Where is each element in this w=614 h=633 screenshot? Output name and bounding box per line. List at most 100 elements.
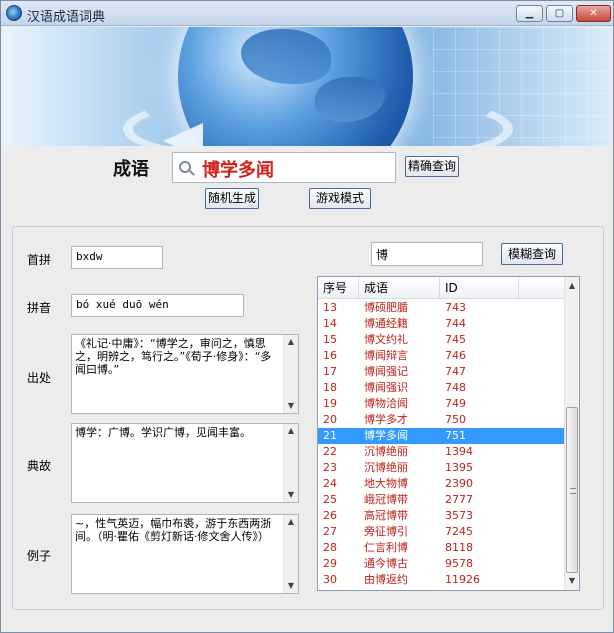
list-cell-id: 7245 [445,525,473,538]
column-header-idiom[interactable]: 成语 [359,277,440,299]
list-cell-idiom: 博通经籍 [364,317,408,330]
list-cell-no: 22 [323,445,337,458]
list-cell-id: 11926 [445,573,480,586]
list-cell-idiom: 仁言利博 [364,541,408,554]
scroll-up-icon[interactable]: ▲ [565,279,579,293]
example-scrollbar[interactable]: ▲ ▼ [283,515,298,593]
list-cell-id: 746 [445,349,466,362]
list-cell-id: 1394 [445,445,473,458]
list-row[interactable]: 28 仁言利博 8118 [318,540,565,556]
pinyin-field[interactable]: bó xué duō wén [71,294,244,317]
list-cell-no: 30 [323,573,337,586]
column-header-id[interactable]: ID [440,277,519,299]
list-cell-no: 26 [323,509,337,522]
initials-field[interactable]: bxdw [71,246,163,269]
fuzzy-search-input[interactable]: 博 [371,242,483,266]
list-cell-id: 3573 [445,509,473,522]
close-button[interactable]: ✕ [576,5,611,22]
scroll-thumb[interactable] [566,407,578,573]
list-row[interactable]: 14 博通经籍 744 [318,316,565,332]
idiom-label: 成语 [113,159,149,180]
pinyin-label: 拼音 [27,301,52,315]
allusion-text: 博学：广博。学识广博，见闻丰富。 [75,426,251,439]
list-cell-idiom: 由博返约 [364,573,408,586]
example-textarea[interactable]: ~，性气英迈，幅巾布裘，游于东西两浙间。（明·瞿佑《剪灯新话·修文舍人传》） ▲… [71,514,299,594]
list-cell-id: 745 [445,333,466,346]
app-globe-icon [6,5,22,21]
list-cell-id: 749 [445,397,466,410]
game-mode-button[interactable]: 游戏模式 [309,188,371,209]
list-cell-idiom: 博闻强识 [364,381,408,394]
list-row[interactable]: 22 沉博绝丽 1394 [318,444,565,460]
list-cell-id: 748 [445,381,466,394]
list-cell-idiom: 沉博绝丽 [364,445,408,458]
list-scrollbar[interactable]: ▲ ▼ [564,277,579,590]
list-cell-idiom: 博闻辩言 [364,349,408,362]
list-cell-no: 20 [323,413,337,426]
list-cell-no: 18 [323,381,337,394]
list-cell-no: 27 [323,525,337,538]
list-row[interactable]: 16 博闻辩言 746 [318,348,565,364]
column-header-number[interactable]: 序号 [318,277,359,299]
list-cell-no: 21 [323,429,337,442]
list-row[interactable]: 26 高冠博带 3573 [318,508,565,524]
exact-search-button[interactable]: 精确查询 [405,156,459,177]
title-bar[interactable]: 汉语成语词典 ▁ ▢ ✕ [1,1,613,26]
minimize-button[interactable]: ▁ [516,5,543,22]
list-cell-id: 1395 [445,461,473,474]
source-text: 《礼记·中庸》：“博学之，审问之，慎思之，明辨之，笃行之。”《荀子·修身》：“多… [75,337,272,376]
list-rows: 13 博硕肥腯 743 14 博通经籍 744 15 博文约礼 745 16 博闻辩言 746 17 博闻… [318,300,565,588]
list-row[interactable]: 25 峨冠博带 2777 [318,492,565,508]
list-row[interactable]: 21 博学多闻 751 [318,428,565,444]
list-row[interactable]: 13 博硕肥腯 743 [318,300,565,316]
list-cell-no: 25 [323,493,337,506]
list-cell-idiom: 地大物博 [364,477,408,490]
list-cell-id: 2390 [445,477,473,490]
list-cell-no: 13 [323,301,337,314]
list-cell-idiom: 旁征博引 [364,525,408,538]
list-cell-no: 19 [323,397,337,410]
example-label: 例子 [27,549,52,563]
list-cell-id: 8118 [445,541,473,554]
list-cell-idiom: 博物洽闻 [364,397,408,410]
list-cell-id: 2777 [445,493,473,506]
list-cell-no: 23 [323,461,337,474]
list-cell-no: 16 [323,349,337,362]
list-row[interactable]: 20 博学多才 750 [318,412,565,428]
list-row[interactable]: 18 博闻强识 748 [318,380,565,396]
scroll-down-icon[interactable]: ▼ [565,574,579,588]
list-cell-no: 17 [323,365,337,378]
source-scrollbar[interactable]: ▲ ▼ [283,335,298,413]
random-generate-button[interactable]: 随机生成 [205,188,259,209]
list-row[interactable]: 24 地大物博 2390 [318,476,565,492]
list-row[interactable]: 27 旁征博引 7245 [318,524,565,540]
allusion-scrollbar[interactable]: ▲ ▼ [283,424,298,502]
list-cell-no: 24 [323,477,337,490]
initials-label: 首拼 [27,253,52,267]
idiom-results-list[interactable]: 序号 成语 ID 13 博硕肥腯 743 14 博通经籍 744 15 博文约礼 745 16 博闻… [317,276,580,591]
allusion-label: 典故 [27,459,52,473]
list-cell-no: 14 [323,317,337,330]
source-textarea[interactable]: 《礼记·中庸》：“博学之，审问之，慎思之，明辨之，笃行之。”《荀子·修身》：“多… [71,334,299,414]
list-row[interactable]: 19 博物洽闻 749 [318,396,565,412]
list-row[interactable]: 15 博文约礼 745 [318,332,565,348]
list-cell-idiom: 通今博古 [364,557,408,570]
source-label: 出处 [27,371,52,385]
maximize-button[interactable]: ▢ [546,5,573,22]
idiom-search-input[interactable]: 博学多闻 [172,152,396,183]
fuzzy-search-button[interactable]: 模糊查询 [501,243,563,265]
list-cell-no: 29 [323,557,337,570]
list-row[interactable]: 17 博闻强记 747 [318,364,565,380]
globe-banner-image [3,27,611,146]
list-row[interactable]: 30 由博返约 11926 [318,572,565,588]
example-text: ~，性气英迈，幅巾布裘，游于东西两浙间。（明·瞿佑《剪灯新话·修文舍人传》） [75,517,272,543]
list-cell-idiom: 博硕肥腯 [364,301,408,314]
list-row[interactable]: 23 沉博绝丽 1395 [318,460,565,476]
list-cell-idiom: 博学多才 [364,413,408,426]
app-window: 汉语成语词典 ▁ ▢ ✕ 成语 博学多闻 精确查询 随机生成 游戏模式 首拼 b… [0,0,614,633]
allusion-textarea[interactable]: 博学：广博。学识广博，见闻丰富。 ▲ ▼ [71,423,299,503]
list-cell-id: 743 [445,301,466,314]
list-row[interactable]: 29 通今博古 9578 [318,556,565,572]
idiom-search-value: 博学多闻 [202,160,274,181]
list-cell-idiom: 博文约礼 [364,333,408,346]
